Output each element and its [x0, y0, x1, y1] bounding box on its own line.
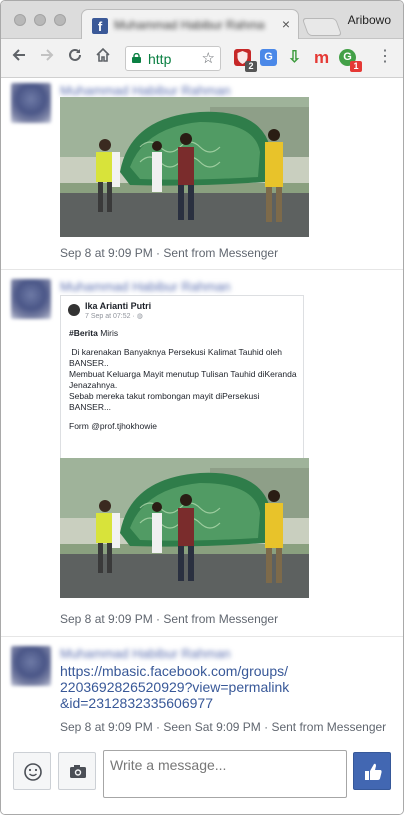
- browser-tab[interactable]: f Muhammad Habibur Rahman ×: [81, 9, 299, 40]
- link-line[interactable]: &id=2312832335606977: [60, 695, 360, 711]
- emoji-icon: [24, 763, 42, 781]
- post-author: Ika Arianti Putri: [85, 301, 152, 311]
- reload-icon[interactable]: [67, 47, 83, 67]
- post-para-2: Membuat Keluarga Mayit menutup Tulisan T…: [69, 369, 297, 390]
- like-button[interactable]: [353, 752, 391, 790]
- post-para-4: Form @prof.tjhokhowie: [69, 421, 157, 431]
- avatar[interactable]: [11, 646, 51, 686]
- browser-window: f Muhammad Habibur Rahman × Aribowo http…: [0, 0, 404, 815]
- camera-button[interactable]: [58, 752, 96, 790]
- tab-title: Muhammad Habibur Rahman: [114, 18, 264, 32]
- shared-post-screenshot[interactable]: Ika Arianti Putri 7 Sep at 07:52 · ◍ #Be…: [60, 295, 304, 459]
- grammarly-extension-icon[interactable]: G 1: [339, 49, 362, 72]
- post-hashtag: #Berita: [69, 328, 98, 338]
- avatar[interactable]: [11, 83, 51, 123]
- facebook-favicon-icon: f: [92, 18, 108, 34]
- url-text: http: [148, 51, 172, 67]
- link-line[interactable]: https://mbasic.facebook.com/groups/: [60, 663, 360, 679]
- tab-close-icon[interactable]: ×: [282, 16, 290, 32]
- emoji-button[interactable]: [13, 752, 51, 790]
- camera-icon: [70, 765, 86, 778]
- browser-toolbar: http ☆ 2 G ⇩ m G 1 ⋮: [1, 39, 403, 78]
- post-headline: Miris: [97, 328, 119, 338]
- link-line[interactable]: 2203692826520929?view=permalink: [60, 679, 360, 695]
- lock-icon: [132, 53, 141, 63]
- star-icon[interactable]: ☆: [202, 49, 215, 67]
- ublock-extension-icon[interactable]: 2: [234, 49, 257, 72]
- post-para-3: Sebab mereka takut rombongan mayit diPer…: [69, 391, 260, 412]
- message-composer: [1, 739, 403, 814]
- post-para-1: Di karenakan Banyaknya Persekusi Kalimat…: [69, 347, 282, 368]
- message-item: Muhammad Habibur Rahman Sep 8 at 9:09 PM…: [1, 79, 403, 269]
- forward-icon[interactable]: [39, 47, 55, 67]
- post-author-avatar: [68, 304, 80, 316]
- menu-icon[interactable]: ⋮: [377, 47, 393, 67]
- attached-photo[interactable]: [60, 97, 309, 237]
- extension-badge: 1: [350, 61, 362, 72]
- profile-name[interactable]: Aribowo: [348, 13, 391, 27]
- back-icon[interactable]: [11, 47, 27, 67]
- address-bar[interactable]: http ☆: [125, 46, 221, 71]
- maximize-window-button[interactable]: [54, 14, 66, 26]
- home-icon[interactable]: [95, 47, 111, 67]
- sender-name[interactable]: Muhammad Habibur Rahman: [60, 646, 231, 661]
- sender-name[interactable]: Muhammad Habibur Rahman: [60, 83, 231, 98]
- post-body: #Berita Miris Di karenakan Banyaknya Per…: [69, 328, 299, 440]
- globe-icon: ◍: [136, 313, 143, 320]
- translate-extension-icon[interactable]: G: [260, 49, 277, 66]
- close-window-button[interactable]: [14, 14, 26, 26]
- message-list: Muhammad Habibur Rahman Sep 8 at 9:09 PM…: [1, 79, 403, 739]
- download-extension-icon[interactable]: ⇩: [286, 49, 303, 66]
- thumbs-up-icon: [365, 763, 382, 780]
- message-input[interactable]: [103, 750, 347, 798]
- message-meta: Sep 8 at 9:09 PM · Sent from Messenger: [60, 246, 279, 260]
- extension-badge: 2: [245, 61, 257, 72]
- post-date: 7 Sep at 07:52 · ◍: [85, 312, 143, 320]
- mendeley-extension-icon[interactable]: m: [313, 49, 330, 66]
- minimize-window-button[interactable]: [34, 14, 46, 26]
- message-meta: Sep 8 at 9:09 PM · Sent from Messenger: [60, 612, 279, 626]
- message-item: Muhammad Habibur Rahman https://mbasic.f…: [1, 637, 403, 739]
- avatar[interactable]: [11, 279, 51, 319]
- new-tab-button[interactable]: [301, 18, 343, 36]
- message-item: Muhammad Habibur Rahman Ika Arianti Putr…: [1, 270, 403, 636]
- attached-photo[interactable]: [60, 458, 309, 598]
- message-link[interactable]: https://mbasic.facebook.com/groups/ 2203…: [60, 663, 360, 711]
- post-date-text: 7 Sep at 07:52 ·: [85, 313, 137, 320]
- title-bar: f Muhammad Habibur Rahman × Aribowo: [1, 1, 403, 40]
- sender-name[interactable]: Muhammad Habibur Rahman: [60, 279, 231, 294]
- message-meta: Sep 8 at 9:09 PM · Seen Sat 9:09 PM · Se…: [60, 720, 387, 734]
